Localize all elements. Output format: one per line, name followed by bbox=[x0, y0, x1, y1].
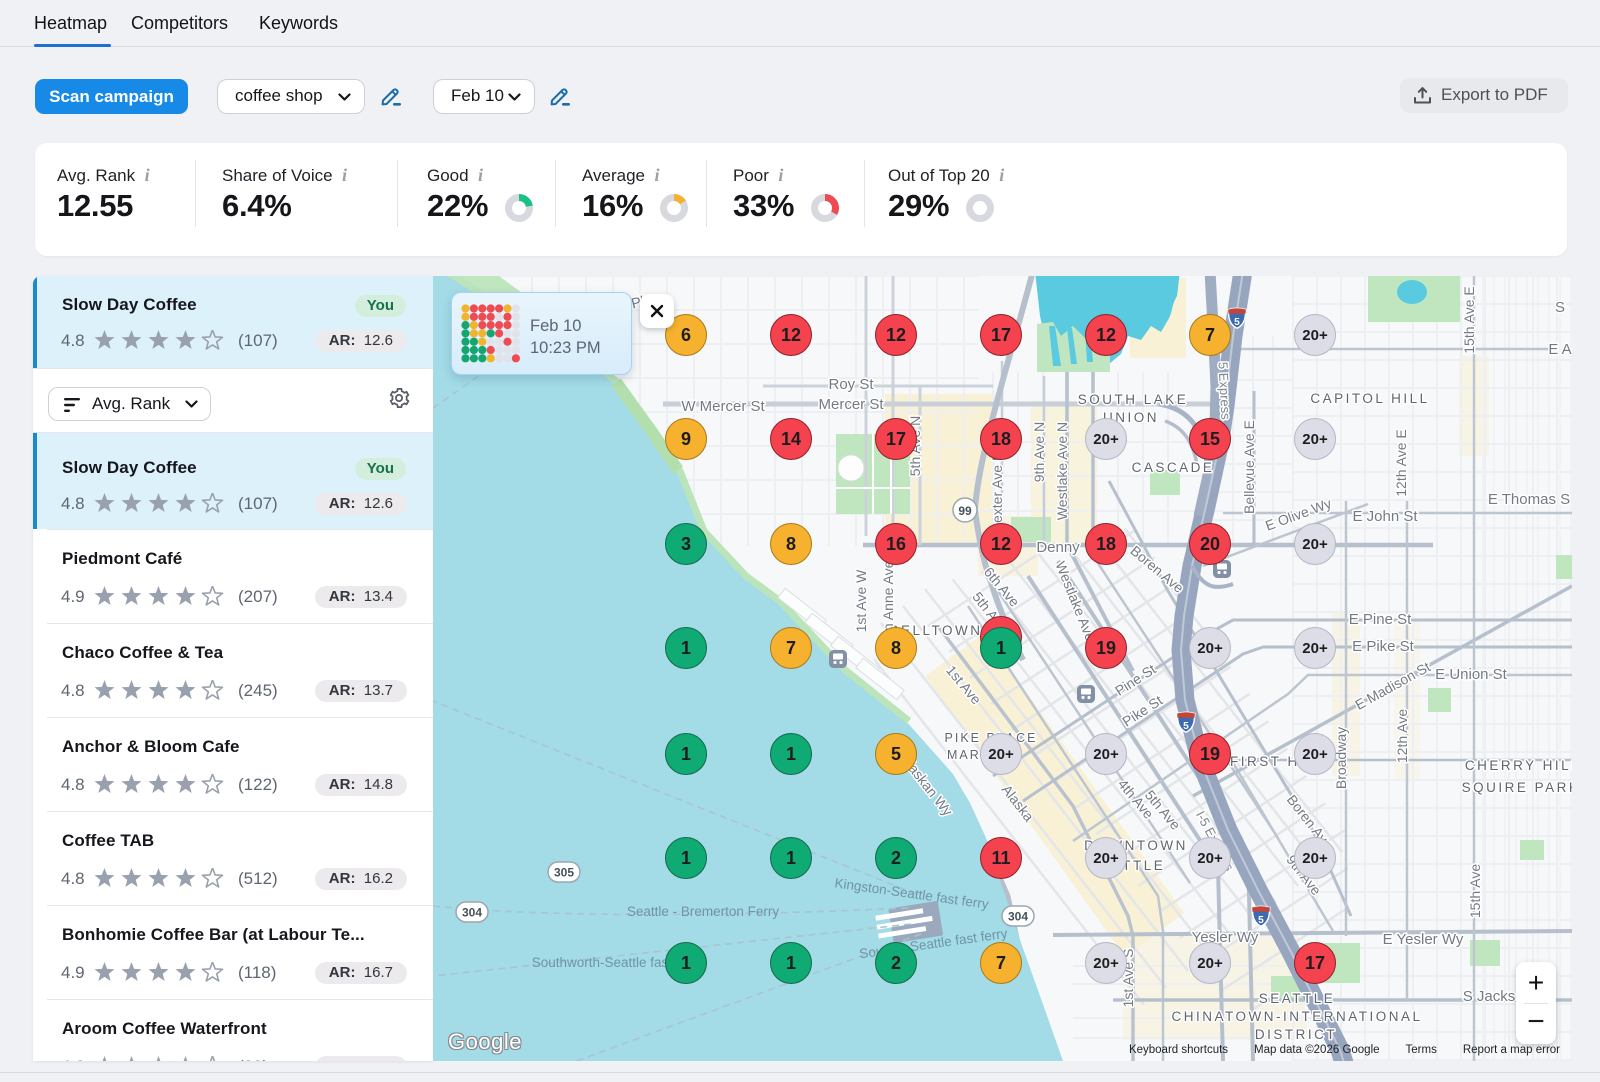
svg-text:12th Ave: 12th Ave bbox=[1394, 709, 1410, 763]
svg-text:5: 5 bbox=[1183, 721, 1189, 732]
svg-text:E A: E A bbox=[1548, 341, 1571, 358]
svg-text:304: 304 bbox=[462, 906, 482, 920]
svg-text:Boren Ave: Boren Ave bbox=[1127, 542, 1187, 596]
svg-text:Pine St: Pine St bbox=[1112, 661, 1159, 699]
svg-text:Pike St: Pike St bbox=[1119, 692, 1165, 730]
svg-text:E Madison St: E Madison St bbox=[1352, 658, 1433, 712]
svg-text:E Union St: E Union St bbox=[1435, 666, 1508, 683]
svg-text:304: 304 bbox=[1008, 910, 1028, 924]
svg-text:CAPITOL HILL: CAPITOL HILL bbox=[1310, 391, 1429, 406]
svg-text:Dexter Ave N: Dexter Ave N bbox=[989, 451, 1005, 533]
svg-text:S: S bbox=[1555, 299, 1565, 316]
svg-text:Mercer St: Mercer St bbox=[818, 396, 884, 413]
svg-text:5: 5 bbox=[1258, 915, 1264, 926]
svg-text:Kingston-Seattle fast ferry: Kingston-Seattle fast ferry bbox=[834, 875, 990, 912]
svg-text:E John St: E John St bbox=[1352, 508, 1418, 525]
svg-text:12th Ave E: 12th Ave E bbox=[1393, 429, 1409, 496]
svg-text:1st Ave: 1st Ave bbox=[943, 662, 985, 707]
svg-text:Seattle - Bremerton Ferry: Seattle - Bremerton Ferry bbox=[627, 904, 780, 919]
svg-text:1st Ave W: 1st Ave W bbox=[853, 569, 869, 633]
svg-text:Alaska: Alaska bbox=[999, 781, 1038, 824]
svg-text:Bellevue Ave E: Bellevue Ave E bbox=[1241, 420, 1257, 514]
svg-text:Roy St: Roy St bbox=[828, 376, 874, 393]
svg-text:CASCADE: CASCADE bbox=[1132, 460, 1215, 475]
svg-text:Westlake Ave N: Westlake Ave N bbox=[1054, 422, 1070, 520]
svg-text:15th Ave: 15th Ave bbox=[1467, 864, 1483, 918]
svg-text:CHINATOWN-INTERNATIONAL: CHINATOWN-INTERNATIONAL bbox=[1171, 1009, 1422, 1024]
svg-text:SEATTLE: SEATTLE bbox=[1259, 991, 1336, 1006]
svg-text:SOUTH LAKE: SOUTH LAKE bbox=[1078, 392, 1189, 407]
svg-text:305: 305 bbox=[554, 866, 574, 880]
svg-text:E Pike St: E Pike St bbox=[1352, 638, 1415, 655]
svg-text:E Pine St: E Pine St bbox=[1349, 611, 1412, 628]
svg-text:5 Express: 5 Express bbox=[1215, 362, 1233, 421]
svg-text:Southworth-Seattle fas: Southworth-Seattle fas bbox=[532, 955, 669, 970]
svg-text:Denny: Denny bbox=[1036, 539, 1080, 556]
svg-text:E Yesler Wy: E Yesler Wy bbox=[1383, 931, 1464, 948]
svg-text:S Jacks: S Jacks bbox=[1463, 988, 1516, 1005]
svg-text:5: 5 bbox=[1234, 317, 1240, 328]
svg-text:SQUIRE PARK: SQUIRE PARK bbox=[1462, 780, 1572, 795]
svg-text:99: 99 bbox=[958, 504, 972, 518]
svg-text:DISTRICT: DISTRICT bbox=[1255, 1027, 1337, 1042]
svg-text:15th Ave E: 15th Ave E bbox=[1461, 286, 1477, 353]
svg-text:E Thomas S: E Thomas S bbox=[1488, 491, 1570, 508]
svg-text:9th Ave N: 9th Ave N bbox=[1031, 422, 1047, 482]
svg-text:W Mercer St: W Mercer St bbox=[681, 398, 765, 415]
svg-text:CHERRY HILL: CHERRY HILL bbox=[1465, 758, 1572, 773]
